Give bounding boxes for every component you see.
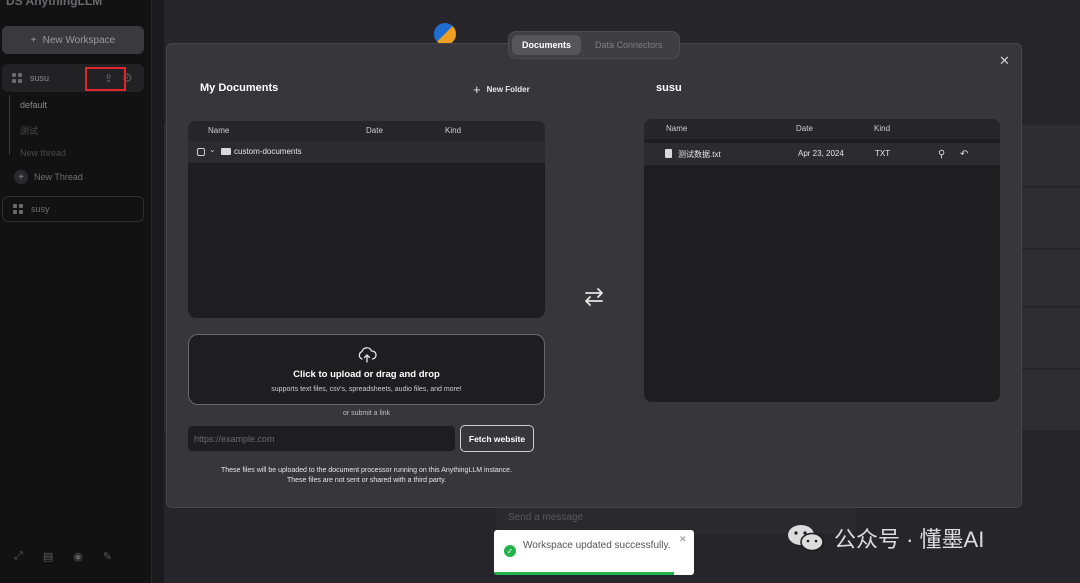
swap-arrows-icon — [585, 288, 603, 306]
upload-highlight-box — [85, 67, 126, 91]
folder-icon — [221, 148, 231, 155]
plus-icon: + — [473, 82, 481, 97]
cloud-upload-icon — [358, 346, 377, 363]
success-toast: ✓ Workspace updated successfully. ✕ — [494, 530, 694, 575]
thread-tree-line — [9, 95, 10, 155]
workspace-name: susy — [31, 204, 50, 214]
avatar — [434, 23, 456, 45]
plus-icon: + — [14, 170, 28, 184]
new-folder-label: New Folder — [486, 85, 530, 94]
plus-icon: + — [30, 34, 37, 46]
file-list-header: Name Date Kind — [644, 119, 1000, 139]
document-icon — [665, 149, 672, 158]
wechat-icon — [788, 525, 824, 552]
thread-item[interactable]: 测试 — [20, 124, 38, 137]
link-icon[interactable]: ⤢ — [14, 550, 23, 563]
close-icon[interactable]: ✕ — [999, 53, 1010, 69]
new-thread-label: New Thread — [34, 172, 83, 182]
upload-drop-zone[interactable]: Click to upload or drag and drop support… — [188, 334, 545, 405]
upload-disclaimer: These files will be uploaded to the docu… — [188, 466, 545, 486]
undo-icon[interactable]: ↶ — [960, 149, 968, 160]
table-row[interactable]: 测试数据.txt Apr 23, 2024 TXT ⚲ ↶ — [644, 143, 1000, 165]
chevron-down-icon[interactable]: ⌄ — [209, 145, 216, 154]
disclaimer-line: These files will be uploaded to the docu… — [220, 467, 513, 474]
new-workspace-label: New Workspace — [42, 34, 116, 46]
thread-item[interactable]: New thread — [20, 148, 66, 158]
or-submit-link-label: or submit a link — [342, 410, 391, 417]
toast-progress-bar — [494, 572, 674, 575]
column-header-kind: Kind — [874, 124, 891, 133]
watermark-text: 公众号 · 懂墨AI — [834, 527, 985, 552]
file-name: 测试数据.txt — [678, 150, 721, 159]
book-icon[interactable]: ▤ — [43, 550, 53, 563]
tab-data-connectors[interactable]: Data Connectors — [585, 35, 673, 55]
discord-icon[interactable]: ◉ — [73, 550, 83, 563]
workspace-file-list: Name Date Kind 测试数据.txt Apr 23, 2024 TXT… — [644, 119, 1000, 402]
column-header-name: Name — [666, 124, 688, 133]
modal-tabs: Documents Data Connectors — [508, 31, 680, 59]
watermark: 公众号 · 懂墨AI — [786, 522, 984, 554]
check-icon: ✓ — [504, 545, 516, 557]
row-checkbox[interactable] — [197, 148, 205, 156]
brand-title: DS AnythingLLM — [6, 0, 103, 8]
file-kind: TXT — [875, 149, 891, 158]
column-header-date: Date — [796, 124, 813, 133]
my-documents-file-list: Name Date Kind ⌄ custom-documents — [188, 121, 545, 318]
tab-documents[interactable]: Documents — [512, 35, 582, 55]
close-icon[interactable]: ✕ — [679, 534, 687, 545]
new-folder-button[interactable]: + New Folder — [473, 82, 530, 97]
column-header-name: Name — [208, 126, 230, 135]
url-input[interactable] — [188, 426, 455, 451]
new-thread-button[interactable]: + New Thread — [14, 170, 83, 184]
toast-message: Workspace updated successfully. — [523, 540, 671, 551]
sidebar-footer: ⤢ ▤ ◉ ✎ — [14, 550, 112, 563]
workspace-grid-icon — [13, 204, 23, 214]
thread-item[interactable]: default — [20, 100, 47, 110]
column-header-date: Date — [366, 126, 383, 135]
sidebar-item-workspace[interactable]: susy — [2, 196, 144, 222]
file-list-header: Name Date Kind — [188, 121, 545, 141]
upload-subtitle: supports text files, csv's, spreadsheets… — [271, 385, 462, 393]
wrench-icon[interactable]: ✎ — [103, 550, 112, 563]
my-documents-title: My Documents — [200, 82, 279, 94]
workspace-name: susu — [30, 73, 50, 83]
pin-icon[interactable]: ⚲ — [938, 149, 945, 160]
file-date: Apr 23, 2024 — [798, 149, 844, 158]
disclaimer-line: These files are not sent or shared with … — [286, 477, 446, 484]
new-workspace-button[interactable]: + New Workspace — [2, 26, 144, 54]
column-header-kind: Kind — [445, 126, 462, 135]
fetch-website-button[interactable]: Fetch website — [460, 425, 534, 452]
workspace-panel-title: susu — [656, 82, 682, 94]
table-row[interactable]: ⌄ custom-documents — [188, 141, 545, 163]
sidebar: DS AnythingLLM + New Workspace susu defa… — [0, 0, 152, 583]
workspace-grid-icon — [12, 73, 22, 83]
folder-name: custom-documents — [234, 147, 302, 156]
upload-title: Click to upload or drag and drop — [293, 368, 440, 380]
